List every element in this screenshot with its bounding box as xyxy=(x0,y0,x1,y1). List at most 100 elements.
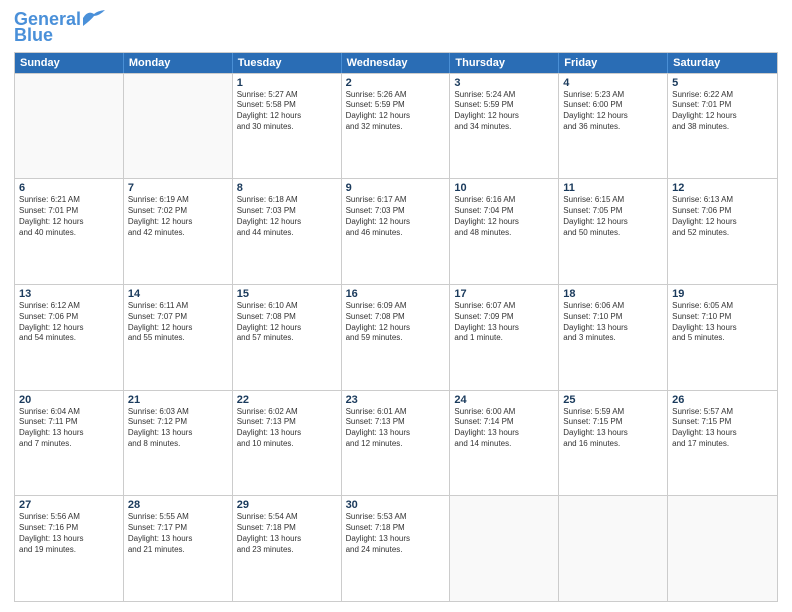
day-number: 30 xyxy=(346,499,446,511)
cell-info-line: Daylight: 13 hours xyxy=(237,534,337,545)
cell-info-line: Sunset: 7:08 PM xyxy=(346,312,446,323)
cell-info-line: Sunrise: 6:12 AM xyxy=(19,301,119,312)
cell-info-line: Sunrise: 6:00 AM xyxy=(454,407,554,418)
day-number: 12 xyxy=(672,182,773,194)
day-number: 15 xyxy=(237,288,337,300)
cell-info-line: Sunrise: 5:55 AM xyxy=(128,512,228,523)
cell-info-line: Sunrise: 5:26 AM xyxy=(346,90,446,101)
cell-info-line: and 23 minutes. xyxy=(237,545,337,556)
cell-info-line: Daylight: 13 hours xyxy=(454,323,554,334)
calendar-cell: 29Sunrise: 5:54 AMSunset: 7:18 PMDayligh… xyxy=(233,496,342,601)
cell-info-line: Sunset: 7:17 PM xyxy=(128,523,228,534)
cell-info-line: Sunset: 7:18 PM xyxy=(237,523,337,534)
cell-info-line: and 16 minutes. xyxy=(563,439,663,450)
cell-info-line: and 34 minutes. xyxy=(454,122,554,133)
cell-info-line: Daylight: 12 hours xyxy=(237,217,337,228)
day-number: 29 xyxy=(237,499,337,511)
cell-info-line: and 30 minutes. xyxy=(237,122,337,133)
cell-info-line: Daylight: 13 hours xyxy=(672,323,773,334)
cell-info-line: Sunset: 6:00 PM xyxy=(563,100,663,111)
day-header-sunday: Sunday xyxy=(15,53,124,73)
logo-bird-icon xyxy=(83,10,105,26)
calendar-week-3: 13Sunrise: 6:12 AMSunset: 7:06 PMDayligh… xyxy=(15,284,777,390)
calendar-cell: 16Sunrise: 6:09 AMSunset: 7:08 PMDayligh… xyxy=(342,285,451,390)
cell-info-line: Daylight: 13 hours xyxy=(19,428,119,439)
cell-info-line: Sunset: 7:07 PM xyxy=(128,312,228,323)
day-number: 2 xyxy=(346,77,446,89)
calendar-cell: 18Sunrise: 6:06 AMSunset: 7:10 PMDayligh… xyxy=(559,285,668,390)
cell-info-line: Sunset: 7:01 PM xyxy=(672,100,773,111)
cell-info-line: and 42 minutes. xyxy=(128,228,228,239)
cell-info-line: and 1 minute. xyxy=(454,333,554,344)
calendar-cell: 1Sunrise: 5:27 AMSunset: 5:58 PMDaylight… xyxy=(233,74,342,179)
cell-info-line: Daylight: 13 hours xyxy=(563,428,663,439)
calendar-week-4: 20Sunrise: 6:04 AMSunset: 7:11 PMDayligh… xyxy=(15,390,777,496)
header: General Blue xyxy=(14,10,778,46)
cell-info-line: Sunrise: 6:10 AM xyxy=(237,301,337,312)
logo-blue: Blue xyxy=(14,26,53,46)
cell-info-line: and 3 minutes. xyxy=(563,333,663,344)
day-header-thursday: Thursday xyxy=(450,53,559,73)
cell-info-line: Sunrise: 6:11 AM xyxy=(128,301,228,312)
calendar-cell: 8Sunrise: 6:18 AMSunset: 7:03 PMDaylight… xyxy=(233,179,342,284)
calendar-cell: 28Sunrise: 5:55 AMSunset: 7:17 PMDayligh… xyxy=(124,496,233,601)
cell-info-line: Sunrise: 5:24 AM xyxy=(454,90,554,101)
day-number: 21 xyxy=(128,394,228,406)
cell-info-line: Sunset: 7:16 PM xyxy=(19,523,119,534)
cell-info-line: and 21 minutes. xyxy=(128,545,228,556)
cell-info-line: Sunset: 7:06 PM xyxy=(19,312,119,323)
cell-info-line: Sunrise: 5:23 AM xyxy=(563,90,663,101)
calendar-cell: 2Sunrise: 5:26 AMSunset: 5:59 PMDaylight… xyxy=(342,74,451,179)
cell-info-line: Daylight: 12 hours xyxy=(346,111,446,122)
cell-info-line: Sunset: 7:18 PM xyxy=(346,523,446,534)
cell-info-line: Daylight: 13 hours xyxy=(346,534,446,545)
day-number: 6 xyxy=(19,182,119,194)
cell-info-line: Daylight: 12 hours xyxy=(19,323,119,334)
cell-info-line: Sunrise: 6:02 AM xyxy=(237,407,337,418)
day-number: 4 xyxy=(563,77,663,89)
cell-info-line: and 7 minutes. xyxy=(19,439,119,450)
day-number: 28 xyxy=(128,499,228,511)
cell-info-line: Sunrise: 6:09 AM xyxy=(346,301,446,312)
cell-info-line: Sunset: 7:06 PM xyxy=(672,206,773,217)
cell-info-line: Sunset: 7:05 PM xyxy=(563,206,663,217)
cell-info-line: and 59 minutes. xyxy=(346,333,446,344)
calendar-cell: 6Sunrise: 6:21 AMSunset: 7:01 PMDaylight… xyxy=(15,179,124,284)
day-number: 3 xyxy=(454,77,554,89)
cell-info-line: Daylight: 12 hours xyxy=(346,323,446,334)
calendar-cell: 17Sunrise: 6:07 AMSunset: 7:09 PMDayligh… xyxy=(450,285,559,390)
calendar-cell: 22Sunrise: 6:02 AMSunset: 7:13 PMDayligh… xyxy=(233,391,342,496)
cell-info-line: Daylight: 12 hours xyxy=(672,217,773,228)
cell-info-line: Sunset: 7:04 PM xyxy=(454,206,554,217)
cell-info-line: and 38 minutes. xyxy=(672,122,773,133)
day-header-tuesday: Tuesday xyxy=(233,53,342,73)
calendar: SundayMondayTuesdayWednesdayThursdayFrid… xyxy=(14,52,778,602)
cell-info-line: and 55 minutes. xyxy=(128,333,228,344)
cell-info-line: Daylight: 12 hours xyxy=(237,323,337,334)
cell-info-line: Daylight: 13 hours xyxy=(563,323,663,334)
cell-info-line: Daylight: 13 hours xyxy=(346,428,446,439)
cell-info-line: and 48 minutes. xyxy=(454,228,554,239)
day-number: 13 xyxy=(19,288,119,300)
cell-info-line: Daylight: 12 hours xyxy=(128,323,228,334)
cell-info-line: and 36 minutes. xyxy=(563,122,663,133)
day-number: 20 xyxy=(19,394,119,406)
calendar-cell xyxy=(15,74,124,179)
day-number: 5 xyxy=(672,77,773,89)
day-number: 25 xyxy=(563,394,663,406)
calendar-cell: 23Sunrise: 6:01 AMSunset: 7:13 PMDayligh… xyxy=(342,391,451,496)
cell-info-line: Sunrise: 6:16 AM xyxy=(454,195,554,206)
calendar-cell xyxy=(559,496,668,601)
cell-info-line: Sunset: 7:02 PM xyxy=(128,206,228,217)
day-number: 16 xyxy=(346,288,446,300)
calendar-cell: 10Sunrise: 6:16 AMSunset: 7:04 PMDayligh… xyxy=(450,179,559,284)
day-number: 18 xyxy=(563,288,663,300)
cell-info-line: and 17 minutes. xyxy=(672,439,773,450)
day-header-saturday: Saturday xyxy=(668,53,777,73)
cell-info-line: Daylight: 13 hours xyxy=(128,534,228,545)
cell-info-line: Sunrise: 6:04 AM xyxy=(19,407,119,418)
cell-info-line: Sunrise: 6:06 AM xyxy=(563,301,663,312)
calendar-cell: 11Sunrise: 6:15 AMSunset: 7:05 PMDayligh… xyxy=(559,179,668,284)
calendar-week-1: 1Sunrise: 5:27 AMSunset: 5:58 PMDaylight… xyxy=(15,73,777,179)
day-number: 19 xyxy=(672,288,773,300)
